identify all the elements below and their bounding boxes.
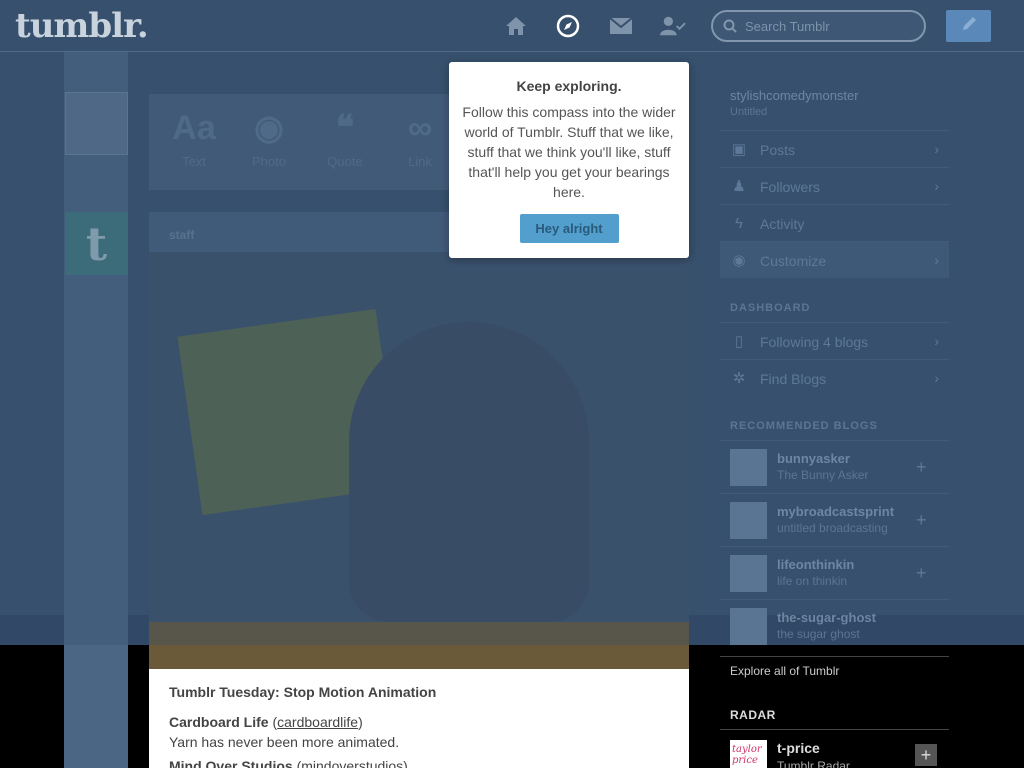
- sidebar-item-label: Customize: [760, 253, 827, 269]
- entry-link[interactable]: (mindoverstudios): [297, 758, 408, 768]
- search-input[interactable]: [745, 17, 915, 35]
- radar-blog-name[interactable]: t-price: [777, 740, 820, 756]
- following-icon: ▯: [734, 333, 744, 350]
- followers-icon: ♟: [732, 178, 746, 195]
- recommended-heading: RECOMMENDED BLOGS: [730, 420, 878, 432]
- explore-link[interactable]: Explore all of Tumblr: [730, 664, 839, 678]
- recommended-blog[interactable]: the-sugar-ghost the sugar ghost: [720, 599, 949, 652]
- top-header: tumblr.: [0, 0, 1024, 52]
- popover-body: Follow this compass into the wider world…: [462, 104, 676, 200]
- chevron-right-icon: ›: [934, 252, 939, 268]
- mail-icon[interactable]: [608, 13, 634, 39]
- blog-avatar: [730, 502, 767, 539]
- compass-icon[interactable]: [555, 13, 581, 39]
- blog-description: The Bunny Asker: [777, 468, 869, 482]
- recommended-blog[interactable]: mybroadcastsprint untitled broadcasting …: [720, 493, 949, 546]
- radar-heading: RADAR: [730, 708, 776, 722]
- follow-plus-icon[interactable]: +: [915, 744, 937, 766]
- right-sidebar: stylishcomedymonster Untitled ▣ Posts › …: [720, 52, 949, 768]
- account-icon[interactable]: [660, 13, 686, 39]
- sidebar-item-label: Activity: [760, 216, 805, 232]
- sidebar-item-customize[interactable]: ◉ Customize ›: [720, 241, 949, 278]
- sidebar-item-label: Find Blogs: [760, 371, 827, 387]
- entry-description: Yarn has never been more animated.: [169, 734, 400, 750]
- blog-name: bunnyasker: [777, 451, 850, 466]
- chevron-right-icon: ›: [934, 370, 939, 386]
- entry-paren: ): [358, 714, 363, 730]
- sidebar-item-activity[interactable]: ϟ Activity: [720, 204, 949, 241]
- blog-name: lifeonthinkin: [777, 557, 855, 572]
- radar-avatar[interactable]: taylor price: [730, 740, 767, 768]
- entry-name: Mind Over Studios: [169, 758, 293, 768]
- find-blogs-icon: ✲: [732, 370, 746, 387]
- follow-plus-icon[interactable]: +: [916, 457, 927, 478]
- posts-icon: ▣: [731, 141, 747, 158]
- radar-divider: [720, 729, 949, 730]
- post-entry: Mind Over Studios (mindoverstudios): [169, 756, 669, 768]
- activity-icon: ϟ: [735, 215, 743, 232]
- blog-name: mybroadcastsprint: [777, 504, 895, 519]
- recommended-blog[interactable]: bunnyasker The Bunny Asker +: [720, 440, 949, 493]
- chevron-right-icon: ›: [934, 333, 939, 349]
- entry-link[interactable]: cardboardlife: [277, 714, 358, 730]
- recommended-blog[interactable]: lifeonthinkin life on thinkin +: [720, 546, 949, 599]
- sidebar-item-find-blogs[interactable]: ✲ Find Blogs ›: [720, 359, 949, 396]
- post-entry: Cardboard Life (cardboardlife): [169, 712, 669, 732]
- blog-name: the-sugar-ghost: [777, 610, 876, 625]
- eye-icon: ◉: [732, 252, 746, 269]
- blog-avatar: [730, 608, 767, 645]
- search-box[interactable]: [711, 10, 926, 42]
- sidebar-item-posts[interactable]: ▣ Posts ›: [720, 130, 949, 167]
- search-icon: [723, 19, 737, 38]
- sidebar-item-following[interactable]: ▯ Following 4 blogs ›: [720, 322, 949, 359]
- entry-name: Cardboard Life: [169, 714, 269, 730]
- sidebar-divider: [720, 656, 949, 657]
- post-title: Tumblr Tuesday: Stop Motion Animation: [169, 684, 437, 700]
- blog-description: untitled broadcasting: [777, 521, 888, 535]
- tumblr-logo[interactable]: tumblr.: [15, 6, 149, 46]
- follow-plus-icon[interactable]: +: [916, 510, 927, 531]
- compose-button[interactable]: [946, 10, 991, 42]
- dismiss-button[interactable]: Hey alright: [519, 214, 619, 243]
- chevron-right-icon: ›: [934, 141, 939, 157]
- chevron-right-icon: ›: [934, 178, 939, 194]
- blog-description: the sugar ghost: [777, 627, 860, 641]
- blog-avatar: [730, 555, 767, 592]
- pencil-icon: [960, 15, 978, 38]
- sidebar-item-label: Posts: [760, 142, 796, 158]
- radar-subtitle: Tumblr Radar: [777, 759, 850, 768]
- follow-plus-icon[interactable]: +: [916, 563, 927, 584]
- post-body: Tumblr Tuesday: Stop Motion Animation Ca…: [169, 682, 669, 768]
- sidebar-item-followers[interactable]: ♟ Followers ›: [720, 167, 949, 204]
- home-icon[interactable]: [503, 13, 529, 39]
- dashboard-heading: DASHBOARD: [730, 302, 811, 314]
- explore-popover: Keep exploring. Follow this compass into…: [449, 62, 689, 258]
- sidebar-item-label: Followers: [760, 179, 820, 195]
- blog-avatar: [730, 449, 767, 486]
- sidebar-item-label: Following 4 blogs: [760, 334, 869, 350]
- blog-subtitle: Untitled: [730, 106, 768, 118]
- blog-name[interactable]: stylishcomedymonster: [730, 88, 859, 103]
- blog-description: life on thinkin: [777, 574, 848, 588]
- popover-title: Keep exploring.: [516, 78, 622, 94]
